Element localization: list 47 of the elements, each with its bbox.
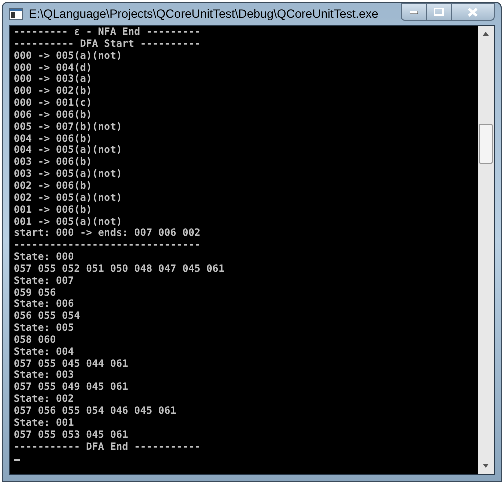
console-line: 002 -> 005(a)(not) bbox=[14, 192, 122, 205]
console-line: 057 056 055 054 046 045 061 bbox=[14, 406, 177, 418]
scroll-thumb[interactable] bbox=[479, 124, 493, 164]
console-line: 057 055 045 044 061 bbox=[14, 358, 128, 370]
console-line: 005 -> 007(b)(not) bbox=[14, 122, 122, 134]
console-line: ---------- DFA Start ---------- bbox=[14, 38, 201, 51]
console-line: 058 060 bbox=[14, 334, 56, 347]
console-line: 057 055 052 051 050 048 047 045 061 bbox=[14, 264, 225, 276]
maximize-icon bbox=[434, 8, 444, 16]
console-line: 000 -> 004(d) bbox=[14, 62, 92, 74]
console-line: 000 -> 003(a) bbox=[14, 74, 92, 86]
console-line: 057 055 053 045 061 bbox=[14, 430, 128, 442]
console-line: 059 056 bbox=[14, 288, 56, 300]
console-line: 056 055 054 bbox=[14, 311, 80, 324]
close-icon bbox=[468, 8, 478, 16]
console-line: 000 -> 002(b) bbox=[14, 86, 92, 98]
console-line: 004 -> 006(b) bbox=[14, 134, 92, 145]
console-line: 003 -> 006(b) bbox=[14, 157, 92, 169]
console-line: 003 -> 005(a)(not) bbox=[14, 169, 122, 181]
console-line: 000 -> 001(c) bbox=[14, 98, 92, 110]
console-line: State: 002 bbox=[14, 394, 74, 406]
scrollbar[interactable] bbox=[478, 26, 494, 474]
console-line: ----------- DFA End ----------- bbox=[14, 442, 201, 454]
console-line: 002 -> 006(b) bbox=[14, 180, 92, 193]
console-line: start: 000 -> ends: 007 006 002 bbox=[14, 228, 201, 240]
console-line: 000 -> 005(a)(not) bbox=[14, 50, 122, 63]
console-line: 057 055 049 045 061 bbox=[14, 382, 128, 394]
console-line: ------------------------------- bbox=[14, 240, 201, 252]
console-line: State: 001 bbox=[14, 418, 74, 430]
console-line: 001 -> 005(a)(not) bbox=[14, 216, 122, 228]
console-icon bbox=[9, 8, 23, 20]
console-line: State: 005 bbox=[14, 323, 74, 335]
cursor-icon bbox=[14, 459, 20, 462]
console-line: State: 007 bbox=[14, 276, 74, 288]
minimize-button[interactable] bbox=[401, 3, 427, 21]
console-line: 001 -> 006(b) bbox=[14, 204, 92, 216]
minimize-icon bbox=[410, 10, 418, 14]
console-line: State: 006 bbox=[14, 299, 74, 312]
console-line: 004 -> 005(a)(not) bbox=[14, 145, 122, 157]
console-line: State: 003 bbox=[14, 370, 74, 382]
maximize-button[interactable] bbox=[427, 3, 452, 21]
window-title: E:\QLanguage\Projects\QCoreUnitTest\Debug\QCoreUnitTest.exe bbox=[29, 6, 379, 23]
console-line: 006 -> 006(b) bbox=[14, 110, 92, 122]
close-button[interactable] bbox=[452, 3, 495, 21]
console-line: State: 004 bbox=[14, 346, 74, 359]
console-line: State: 000 bbox=[14, 252, 74, 264]
console-line: --------- ε - NFA End --------- bbox=[14, 27, 201, 39]
